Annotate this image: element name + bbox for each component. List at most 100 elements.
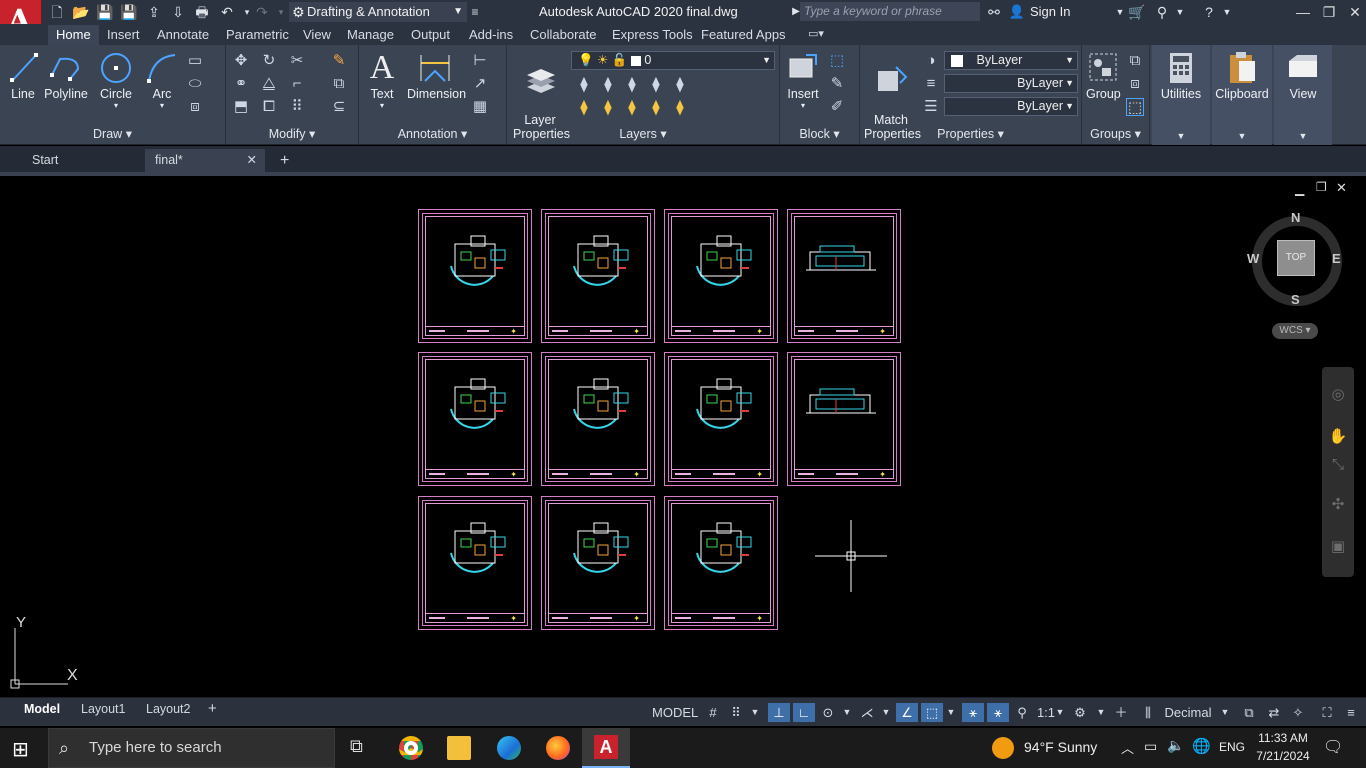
- tab-model[interactable]: Model: [24, 702, 60, 716]
- leader-icon[interactable]: ↗: [471, 75, 489, 93]
- mirror-icon[interactable]: ⧋: [260, 75, 278, 93]
- tab-home[interactable]: Home: [48, 25, 99, 45]
- layout-sheet-frame[interactable]: ✦: [418, 496, 532, 630]
- clock-date[interactable]: 7/21/2024: [1255, 749, 1311, 763]
- layer-walk-icon[interactable]: ⧫: [671, 76, 689, 94]
- connect-dropdown-icon[interactable]: ▼: [1171, 3, 1189, 21]
- save-as-icon[interactable]: 💾: [120, 3, 138, 21]
- modify-panel-dropdown-icon[interactable]: ▾: [309, 127, 315, 141]
- tab-collaborate[interactable]: Collaborate: [530, 27, 597, 42]
- ortho-icon[interactable]: ∟: [793, 703, 815, 722]
- line-tool[interactable]: Line: [8, 51, 38, 101]
- steering-wheel-icon[interactable]: ◎: [1328, 385, 1348, 405]
- groups-panel-dropdown-icon[interactable]: ▾: [1135, 127, 1141, 141]
- layout-sheet-frame[interactable]: ✦: [541, 352, 655, 486]
- new-tab-icon[interactable]: +: [270, 149, 300, 172]
- draw-panel-dropdown-icon[interactable]: ▾: [126, 127, 132, 141]
- layer-lock-icon[interactable]: ⧫: [647, 76, 665, 94]
- redo-icon[interactable]: ↷: [253, 3, 271, 21]
- quick-properties-icon[interactable]: ⧉: [1239, 703, 1259, 722]
- insert-dropdown-icon[interactable]: ▾: [784, 101, 822, 110]
- compass-north[interactable]: N: [1291, 210, 1300, 225]
- infer-constraints-icon[interactable]: ⊥: [768, 703, 790, 722]
- lineweight-dropdown[interactable]: ByLayer ▼: [944, 97, 1078, 116]
- tab-layout1[interactable]: Layout1: [81, 702, 125, 716]
- layer-thaw-icon[interactable]: ⧫: [671, 99, 689, 117]
- windows-start-icon[interactable]: ⊞: [12, 737, 29, 762]
- text-tool[interactable]: A Text ▾: [369, 51, 395, 111]
- show-hidden-icons-icon[interactable]: ︿: [1121, 738, 1134, 757]
- linetype-dropdown[interactable]: ByLayer ▼: [944, 74, 1078, 93]
- circle-tool[interactable]: Circle ▾: [98, 51, 134, 110]
- plot-icon[interactable]: 🖶: [193, 3, 211, 21]
- erase-icon[interactable]: ✎: [330, 52, 348, 70]
- isodraft-dropdown-icon[interactable]: ▼: [879, 703, 893, 722]
- object-snap-icon[interactable]: ⬚: [921, 703, 943, 722]
- text-dropdown-icon[interactable]: ▾: [369, 101, 395, 110]
- copy-icon[interactable]: ⚭: [232, 75, 250, 93]
- tab-insert[interactable]: Insert: [107, 27, 140, 42]
- block-panel-dropdown-icon[interactable]: ▾: [833, 127, 839, 141]
- tab-final-dwg[interactable]: final* ✕: [145, 149, 265, 172]
- tab-start[interactable]: Start: [22, 149, 144, 172]
- lock-ui-icon[interactable]: ⇄: [1264, 703, 1284, 722]
- layout-sheet-frame[interactable]: ✦: [541, 496, 655, 630]
- layout-sheet-frame[interactable]: ✦: [418, 209, 532, 343]
- add-layout-icon[interactable]: +: [208, 700, 217, 717]
- polar-dropdown-icon[interactable]: ▼: [840, 703, 854, 722]
- linear-dimension-icon[interactable]: ⊢: [471, 52, 489, 70]
- layer-unlock-icon[interactable]: ⧫: [647, 99, 665, 117]
- ribbon-options-icon[interactable]: ▭▾: [808, 27, 824, 40]
- help-icon[interactable]: ?: [1200, 3, 1218, 21]
- tab-output[interactable]: Output: [411, 27, 450, 42]
- open-file-icon[interactable]: 📂: [72, 3, 90, 21]
- scale-icon[interactable]: ⧠: [260, 98, 278, 116]
- workspace-switcher[interactable]: ⚙ Drafting & Annotation ▼: [289, 2, 467, 22]
- layout-sheet-frame[interactable]: ✦: [787, 209, 901, 343]
- utilities-dropdown-icon[interactable]: ▼: [1152, 131, 1210, 141]
- undo-icon[interactable]: ↶: [218, 3, 236, 21]
- tab-manage[interactable]: Manage: [347, 27, 394, 42]
- workspace-dropdown-icon[interactable]: ▼: [1094, 703, 1108, 722]
- autocad-taskbar-button[interactable]: A: [582, 728, 630, 768]
- arc-tool[interactable]: Arc ▾: [144, 51, 180, 110]
- save-icon[interactable]: 💾: [96, 3, 114, 21]
- tab-layout2[interactable]: Layout2: [146, 702, 190, 716]
- group-edit-icon[interactable]: ⧈: [1126, 75, 1144, 93]
- hatch-icon[interactable]: ⬭: [186, 75, 204, 93]
- viewport-minimize-icon[interactable]: ▁: [1295, 182, 1304, 196]
- insert-tool[interactable]: Insert ▾: [784, 51, 822, 110]
- sign-in-link[interactable]: Sign In: [1030, 4, 1070, 19]
- binoculars-icon[interactable]: ⚯: [985, 3, 1003, 21]
- viewport-close-icon[interactable]: ✕: [1336, 180, 1347, 196]
- color-wheel-icon[interactable]: ◑: [922, 52, 940, 70]
- layers-panel-dropdown-icon[interactable]: ▾: [660, 127, 666, 141]
- annotation-panel-dropdown-icon[interactable]: ▾: [461, 127, 467, 141]
- table-icon[interactable]: ▦: [471, 98, 489, 116]
- annotation-monitor-icon[interactable]: ＋: [1111, 703, 1131, 722]
- group-tool[interactable]: Group: [1086, 51, 1121, 101]
- model-space-toggle[interactable]: MODEL: [652, 703, 698, 722]
- chrome-icon[interactable]: [399, 736, 423, 760]
- object-snap-dropdown-icon[interactable]: ▼: [944, 703, 958, 722]
- annotation-scale-icon[interactable]: ⚲: [1012, 703, 1032, 722]
- boundary-icon[interactable]: ⧈: [186, 98, 204, 116]
- grid-icon[interactable]: #: [704, 703, 722, 722]
- wcs-menu[interactable]: WCS ▾: [1272, 323, 1318, 339]
- open-web-icon[interactable]: ⇪: [145, 3, 163, 21]
- compass-east[interactable]: E: [1332, 251, 1341, 266]
- units-dropdown-icon[interactable]: ▼: [1218, 703, 1232, 722]
- linetype-icon[interactable]: ☰: [922, 98, 940, 116]
- units-icon[interactable]: ⫼: [1140, 703, 1156, 722]
- language-indicator[interactable]: ENG: [1219, 740, 1245, 754]
- snap-dropdown-icon[interactable]: ▼: [748, 703, 762, 722]
- cart-icon[interactable]: 🛒: [1128, 3, 1146, 21]
- tab-express-tools[interactable]: Express Tools: [612, 27, 693, 42]
- layer-freeze-icon[interactable]: ⧫: [623, 76, 641, 94]
- viewcube-top-face[interactable]: TOP: [1277, 240, 1315, 276]
- volume-icon[interactable]: 🔈: [1167, 737, 1184, 754]
- tab-annotate[interactable]: Annotate: [157, 27, 209, 42]
- units-value[interactable]: Decimal: [1160, 703, 1216, 722]
- showmotion-icon[interactable]: ▣: [1328, 537, 1348, 557]
- layer-off-icon[interactable]: ⧫: [575, 76, 593, 94]
